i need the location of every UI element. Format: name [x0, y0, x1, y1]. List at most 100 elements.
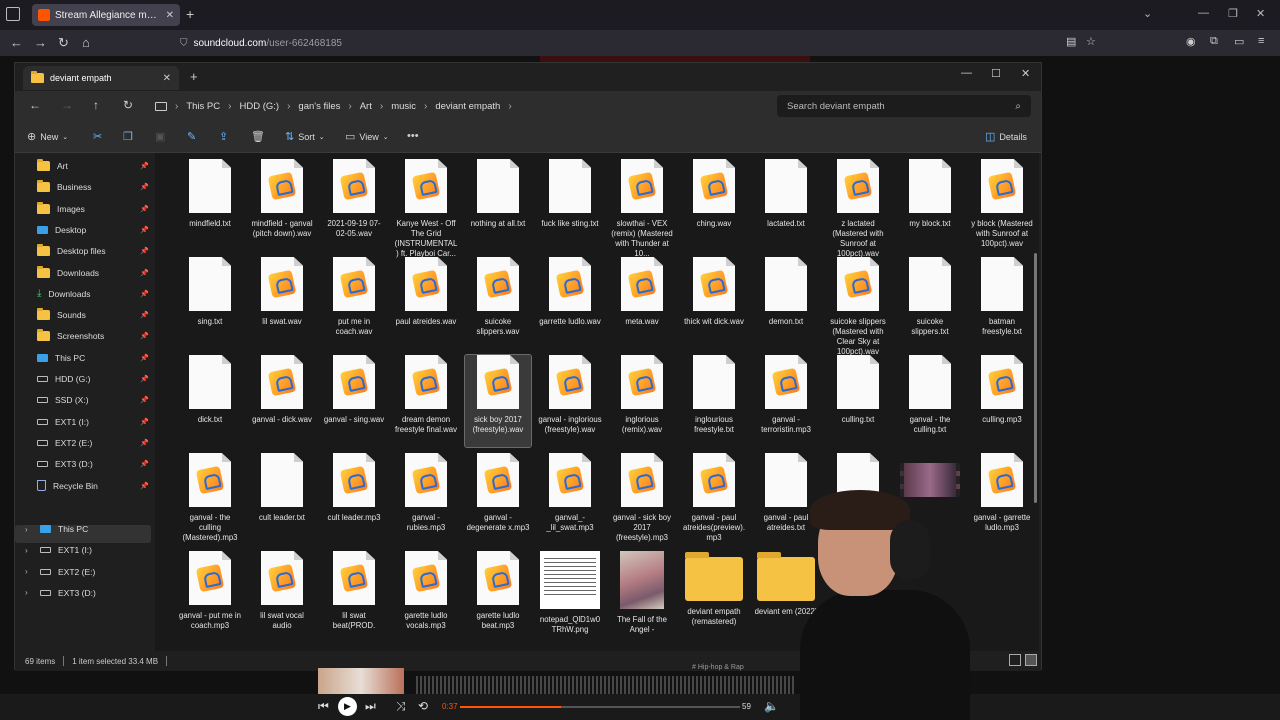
close-tab-icon[interactable]: ✕: [166, 10, 174, 21]
chevron-right-icon[interactable]: ›: [287, 101, 290, 112]
file-item[interactable]: sick boy 2017 (freestyle).wav: [464, 354, 532, 448]
pin-icon[interactable]: 📌: [140, 460, 149, 468]
home-icon[interactable]: ⌂: [82, 35, 90, 50]
sidebar-item[interactable]: HDD (G:) 📌: [37, 370, 149, 388]
share-button[interactable]: ⇪: [219, 130, 228, 143]
file-item[interactable]: my block.txt: [897, 159, 963, 251]
reader-view-icon[interactable]: ▤: [1066, 35, 1076, 48]
maximize-icon[interactable]: ☐: [991, 67, 1001, 80]
file-item[interactable]: slowthai - VEX (remix) (Mastered with Th…: [609, 159, 675, 258]
copy-button[interactable]: ❐: [123, 130, 133, 143]
shuffle-icon[interactable]: ⤨: [396, 699, 406, 714]
pin-icon[interactable]: 📌: [140, 439, 149, 447]
bookmark-star-icon[interactable]: ☆: [1086, 35, 1096, 48]
pin-icon[interactable]: 📌: [140, 311, 149, 319]
sort-button[interactable]: ⇅ Sort ⌄: [285, 130, 325, 143]
file-item[interactable]: deviant empath (remastered): [681, 551, 747, 643]
file-item[interactable]: ganval_-_lil_swat.mp3: [537, 453, 603, 545]
file-item[interactable]: put me in coach.wav: [321, 257, 387, 349]
volume-icon[interactable]: 🔈: [764, 699, 779, 713]
file-item[interactable]: garette ludlo beat.mp3: [465, 551, 531, 643]
maximize-icon[interactable]: ❐: [1228, 7, 1238, 20]
file-item[interactable]: dream demon freestyle final.wav: [393, 355, 459, 447]
file-item[interactable]: fuck like sting.txt: [537, 159, 603, 251]
file-item[interactable]: culling.mp3: [969, 355, 1035, 447]
file-item[interactable]: nothing at all.txt: [465, 159, 531, 251]
file-item[interactable]: garette ludlo vocals.mp3: [393, 551, 459, 643]
sidebar-item[interactable]: Business 📌: [37, 178, 149, 196]
file-item[interactable]: Kanye West - Off The Grid (INSTRUMENTAL)…: [393, 159, 459, 258]
file-item[interactable]: suicoke slippers (Mastered with Clear Sk…: [825, 257, 891, 356]
chevron-right-icon[interactable]: ›: [508, 101, 511, 112]
file-item[interactable]: 2021-09-19 07-02-05.wav: [321, 159, 387, 251]
sidebar-item[interactable]: Screenshots 📌: [37, 327, 149, 345]
file-item[interactable]: ganval - paul atreides(preview).mp3: [681, 453, 747, 545]
chevron-right-icon[interactable]: ›: [25, 567, 33, 576]
file-item[interactable]: ganval - put me in coach.mp3: [177, 551, 243, 643]
breadcrumb-item[interactable]: gan's files: [298, 101, 340, 112]
sidebar-item[interactable]: SSD (X:) 📌: [37, 391, 149, 409]
sidebar-tree-item[interactable]: › EXT2 (E:): [25, 563, 137, 581]
file-item[interactable]: The Fall of the Angel -: [609, 551, 675, 643]
reload-icon[interactable]: ↻: [58, 35, 69, 51]
new-button[interactable]: ⊕ New ⌄: [27, 130, 68, 143]
pin-icon[interactable]: 📌: [140, 290, 149, 298]
file-item[interactable]: z lactated (Mastered with Sunroof at 100…: [825, 159, 891, 258]
file-item[interactable]: ganval - sick boy 2017 (freestyle).mp3: [609, 453, 675, 545]
breadcrumb-item[interactable]: music: [391, 101, 416, 112]
file-item[interactable]: batman freestyle.txt: [969, 257, 1035, 349]
more-options-button[interactable]: •••: [407, 130, 419, 142]
rename-button[interactable]: ✎: [187, 130, 196, 143]
file-item[interactable]: lil swat.wav: [249, 257, 315, 349]
sidebar-tree-item[interactable]: › EXT3 (D:): [25, 584, 137, 602]
file-item[interactable]: cult leader.mp3: [321, 453, 387, 545]
sidebar-item[interactable]: EXT1 (I:) 📌: [37, 413, 149, 431]
file-item[interactable]: suicoke slippers.txt: [897, 257, 963, 349]
file-item[interactable]: ganval - terroristin.mp3: [753, 355, 819, 447]
new-tab-icon[interactable]: +: [186, 6, 194, 22]
file-item[interactable]: paul atreides.wav: [393, 257, 459, 349]
close-window-icon[interactable]: ✕: [1256, 7, 1265, 20]
file-item[interactable]: ganval - sing.wav: [321, 355, 387, 447]
close-tab-icon[interactable]: ✕: [163, 73, 171, 84]
chevron-right-icon[interactable]: ›: [424, 101, 427, 112]
sidebar-tree-item[interactable]: › This PC: [25, 520, 137, 538]
chevron-right-icon[interactable]: ›: [25, 525, 33, 534]
account-icon[interactable]: ◉: [1186, 35, 1196, 48]
chevron-right-icon[interactable]: ›: [175, 101, 178, 112]
forward-icon[interactable]: →: [61, 98, 73, 112]
pin-icon[interactable]: 📌: [140, 482, 149, 490]
pin-icon[interactable]: 📌: [140, 183, 149, 191]
file-item[interactable]: notepad_QlD1w0TRhW.png: [537, 551, 603, 643]
progress-bar[interactable]: [460, 706, 740, 708]
details-view-toggle[interactable]: [1009, 654, 1021, 666]
minimize-icon[interactable]: —: [1198, 7, 1209, 19]
file-item[interactable]: ganval - dick.wav: [249, 355, 315, 447]
file-item[interactable]: ching.wav: [681, 159, 747, 251]
sidebar-item[interactable]: This PC 📌: [37, 349, 149, 367]
sidebar-item[interactable]: EXT3 (D:) 📌: [37, 455, 149, 473]
delete-button[interactable]: 🗑: [251, 130, 265, 143]
sidebar-item[interactable]: Recycle Bin 📌: [37, 477, 149, 495]
file-item[interactable]: cult leader.txt: [249, 453, 315, 545]
close-window-icon[interactable]: ✕: [1021, 67, 1030, 80]
file-item[interactable]: thick wit dick.wav: [681, 257, 747, 349]
cut-button[interactable]: ✂: [93, 130, 102, 143]
pin-icon[interactable]: 📌: [140, 332, 149, 340]
extensions-icon[interactable]: ⧉: [1210, 35, 1218, 48]
forward-icon[interactable]: →: [34, 35, 47, 50]
file-item[interactable]: y block (Mastered with Sunroof at 100pct…: [969, 159, 1035, 251]
chevron-right-icon[interactable]: ›: [25, 546, 33, 555]
breadcrumb-item[interactable]: Art: [360, 101, 372, 112]
repeat-icon[interactable]: ⟲: [418, 699, 428, 713]
file-item[interactable]: ganval - degenerate x.mp3: [465, 453, 531, 545]
next-track-icon[interactable]: ⏭: [365, 699, 376, 714]
previous-track-icon[interactable]: ⏮: [318, 699, 329, 714]
file-item[interactable]: lil swat beat(PROD.: [321, 551, 387, 643]
minimize-icon[interactable]: —: [961, 67, 972, 79]
back-icon[interactable]: ←: [10, 35, 23, 50]
menu-icon[interactable]: ≡: [1258, 35, 1264, 47]
search-input[interactable]: Search deviant empath ⌕: [777, 95, 1031, 117]
back-icon[interactable]: ←: [29, 98, 41, 112]
pin-icon[interactable]: 📌: [140, 247, 149, 255]
